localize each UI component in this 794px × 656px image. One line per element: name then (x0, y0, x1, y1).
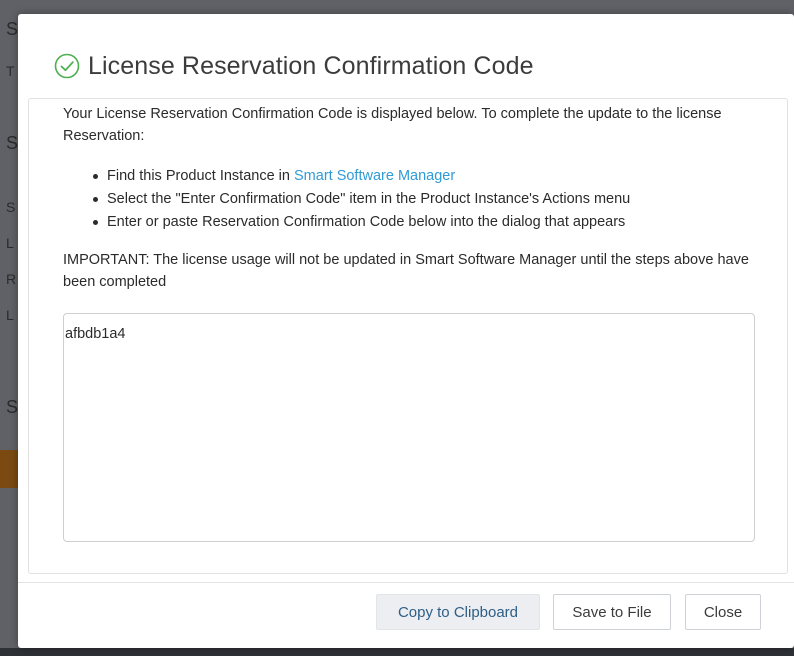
dialog-body: Your License Reservation Confirmation Co… (28, 98, 788, 574)
background-footer (0, 648, 794, 656)
background-accent-bar (0, 450, 18, 488)
intro-text: Your License Reservation Confirmation Co… (63, 106, 722, 144)
background-letter: S (6, 397, 19, 417)
smart-software-manager-link[interactable]: Smart Software Manager (294, 168, 455, 184)
check-circle-icon (54, 53, 80, 79)
dialog-header: License Reservation Confirmation Code (54, 48, 534, 84)
confirmation-code-textarea[interactable]: afbdb1a4 (63, 313, 755, 542)
background-page-text: S T S S L R L S (0, 0, 20, 656)
background-letter: S (6, 199, 16, 215)
background-letter: S (6, 19, 19, 39)
license-confirmation-dialog: License Reservation Confirmation Code Yo… (18, 14, 794, 648)
confirmation-code-value: afbdb1a4 (65, 326, 126, 342)
background-letter: T (6, 63, 15, 79)
list-item: Enter or paste Reservation Confirmation … (91, 211, 630, 234)
background-letter: L (6, 235, 14, 251)
important-notice: IMPORTANT: The license usage will not be… (63, 252, 749, 290)
close-button[interactable]: Close (685, 594, 761, 630)
instruction-list: Find this Product Instance in Smart Soft… (91, 165, 630, 234)
save-to-file-button[interactable]: Save to File (553, 594, 671, 630)
list-item: Find this Product Instance in Smart Soft… (91, 165, 630, 188)
copy-to-clipboard-button[interactable]: Copy to Clipboard (376, 594, 540, 630)
dialog-title: License Reservation Confirmation Code (88, 51, 534, 80)
footer-divider (18, 582, 794, 583)
list-item: Select the "Enter Confirmation Code" ite… (91, 188, 630, 211)
step-text: Find this Product Instance in (107, 168, 294, 184)
background-letter: L (6, 307, 14, 323)
background-letter: S (6, 133, 19, 153)
background-letter: R (6, 271, 17, 287)
